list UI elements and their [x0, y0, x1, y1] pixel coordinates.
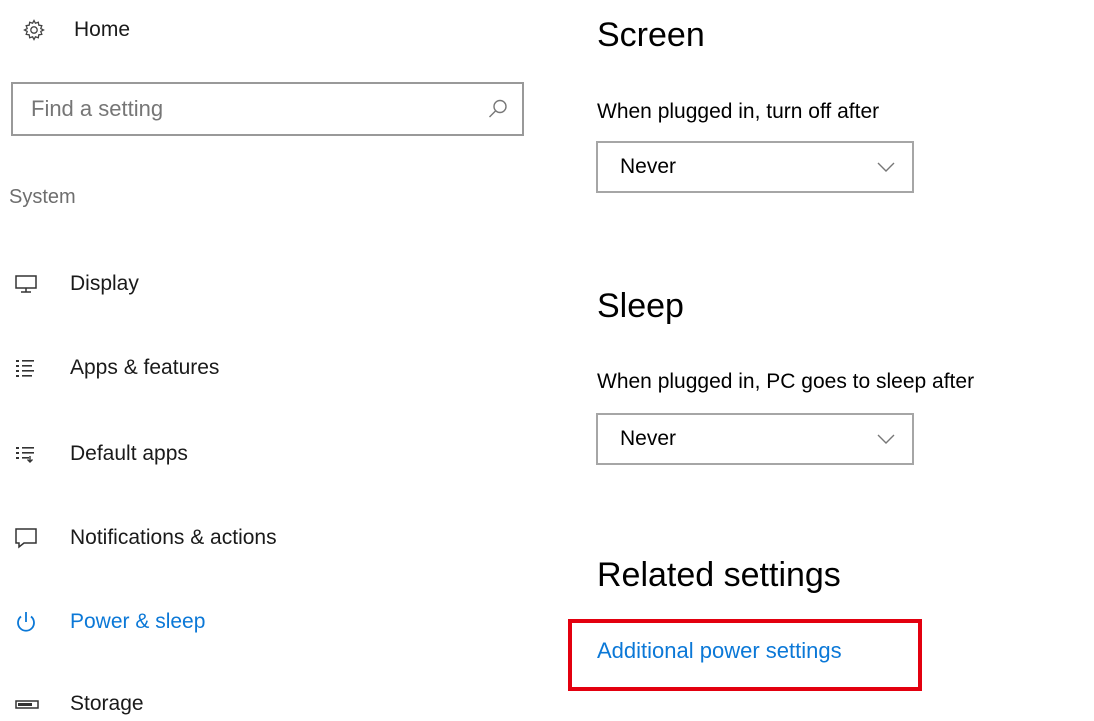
sleep-timeout-dropdown[interactable]: Never [596, 413, 914, 465]
dropdown-value: Never [620, 155, 677, 178]
monitor-icon [14, 270, 46, 298]
sleep-plugged-label: When plugged in, PC goes to sleep after [597, 370, 975, 393]
chevron-down-icon [876, 160, 896, 174]
dropdown-value: Never [620, 427, 677, 450]
sidebar-item-label: Apps & features [70, 356, 220, 379]
screen-heading: Screen [597, 16, 705, 54]
sidebar-item-apps-features[interactable]: Apps & features [14, 348, 219, 388]
notification-icon [14, 524, 46, 552]
sidebar-item-notifications[interactable]: Notifications & actions [14, 518, 277, 558]
home-label: Home [74, 18, 131, 41]
sidebar-item-default-apps[interactable]: Default apps [14, 434, 188, 474]
section-label-system: System [9, 186, 76, 208]
apps-list-icon [14, 354, 46, 382]
power-icon [14, 608, 46, 636]
sidebar-item-label: Power & sleep [70, 610, 206, 633]
default-apps-icon [14, 440, 46, 468]
sidebar-item-label: Notifications & actions [70, 526, 277, 549]
settings-page: Home System Display [0, 0, 1094, 721]
sidebar-item-label: Default apps [70, 442, 188, 465]
search-input[interactable] [31, 84, 471, 134]
additional-power-settings-link[interactable]: Additional power settings [597, 638, 842, 664]
storage-icon [14, 690, 46, 718]
chevron-down-icon [876, 432, 896, 446]
related-settings-heading: Related settings [597, 556, 841, 594]
sidebar-item-label: Display [70, 272, 139, 295]
search-box [11, 82, 524, 136]
sidebar-item-power-sleep[interactable]: Power & sleep [14, 602, 205, 642]
sidebar-item-storage[interactable]: Storage [14, 684, 144, 721]
home-nav-item[interactable]: Home [22, 12, 130, 48]
sidebar-item-display[interactable]: Display [14, 264, 139, 304]
sleep-heading: Sleep [597, 287, 684, 325]
gear-icon [22, 18, 46, 42]
search-icon[interactable] [486, 97, 510, 121]
screen-plugged-label: When plugged in, turn off after [597, 100, 880, 123]
screen-timeout-dropdown[interactable]: Never [596, 141, 914, 193]
sidebar-item-label: Storage [70, 692, 144, 715]
